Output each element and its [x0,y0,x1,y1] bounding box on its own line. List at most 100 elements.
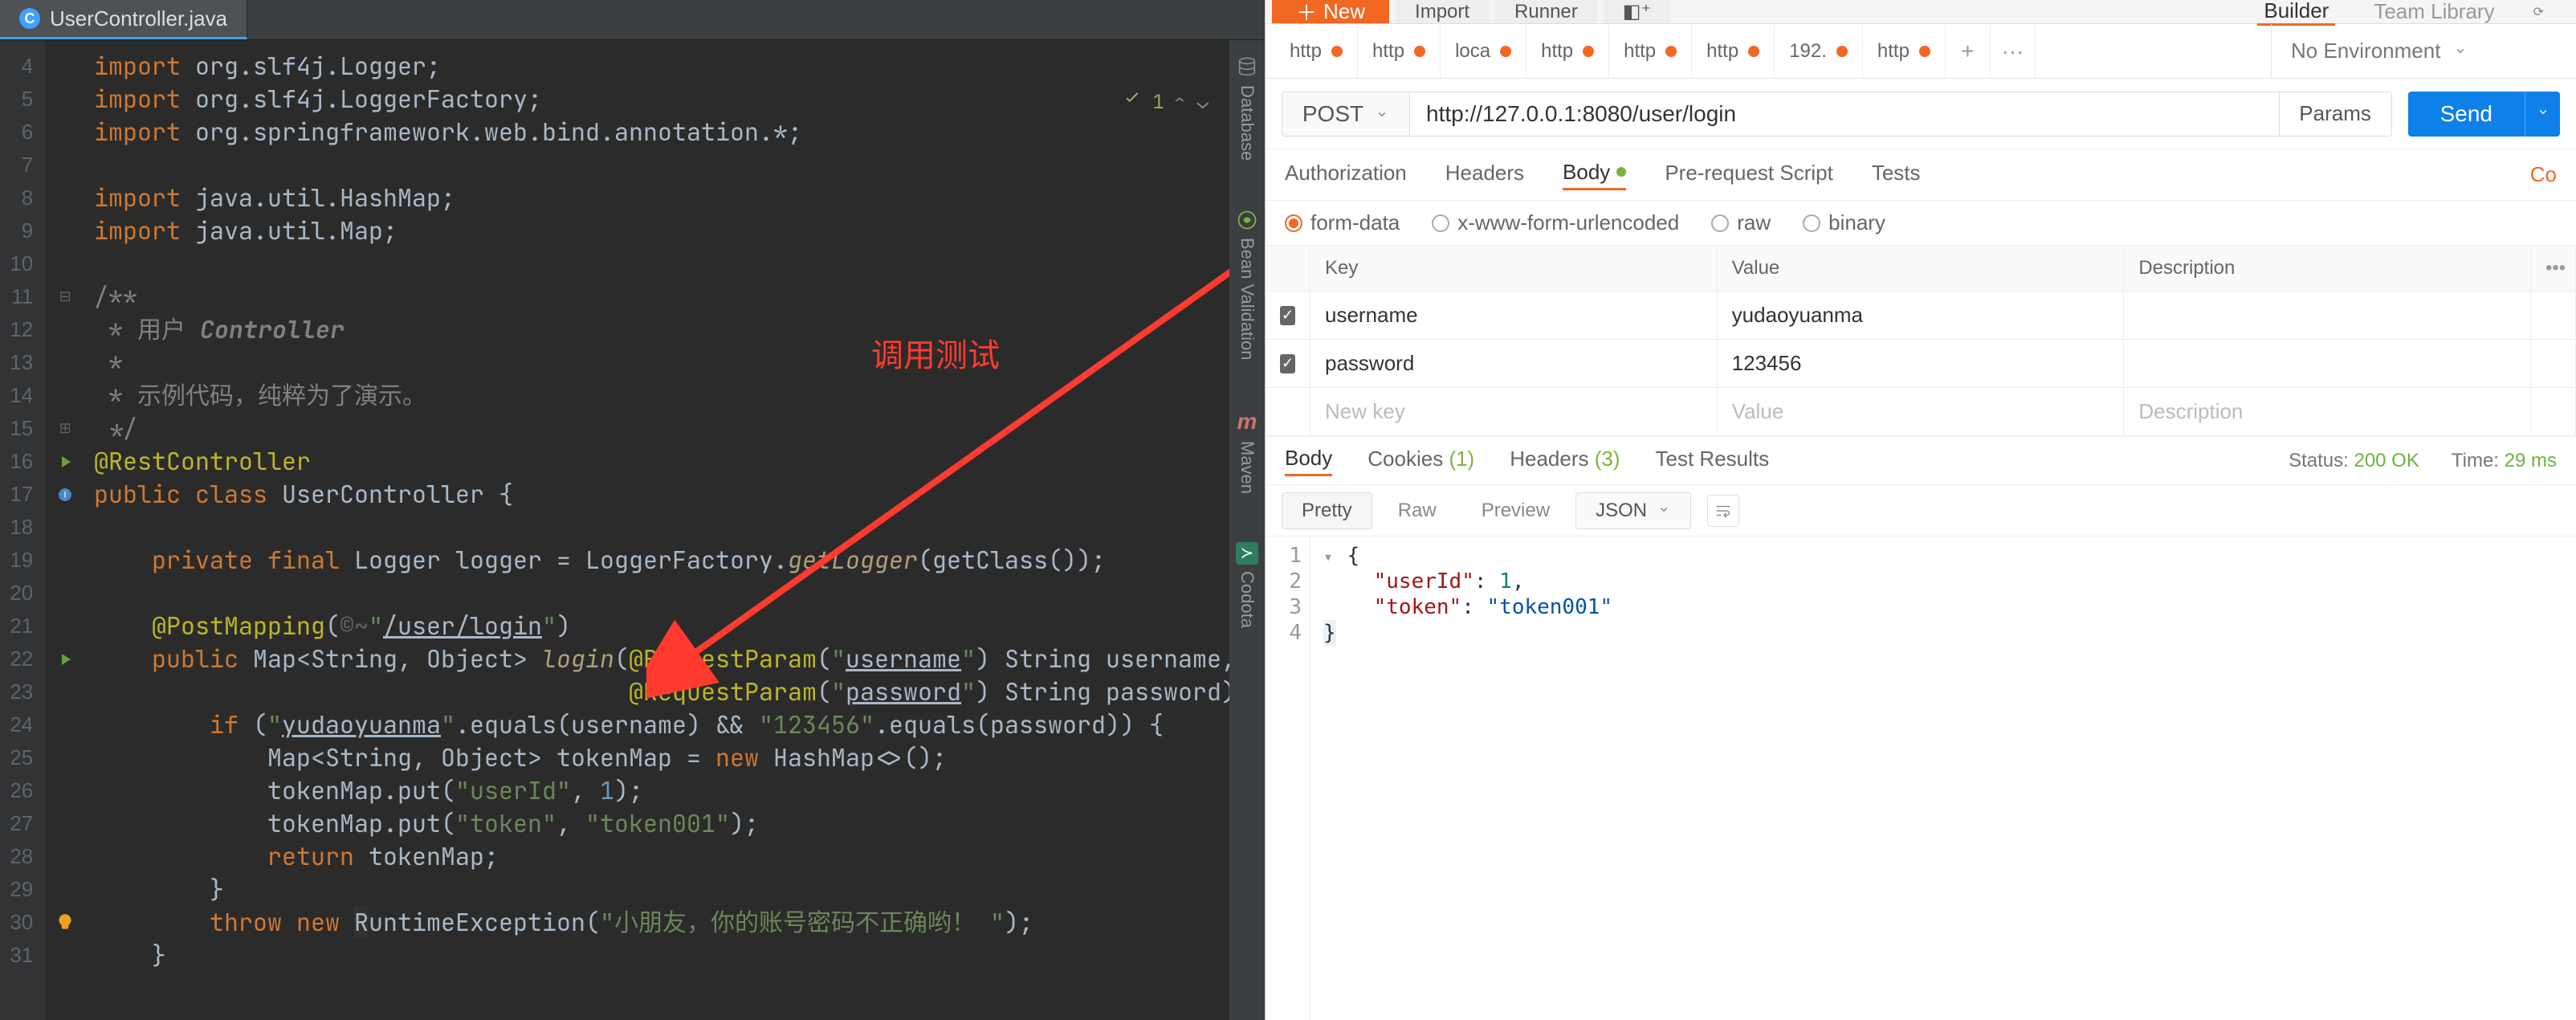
request-tab[interactable]: http [1609,24,1692,78]
view-preview[interactable]: Preview [1462,493,1569,528]
editor-tab-usercontroller[interactable]: C UserController.java [0,0,247,39]
kv-table: Key Value Description ••• ✓ usernameyudao… [1266,246,2576,437]
checkbox[interactable]: ✓ [1280,354,1295,373]
runner-button[interactable]: Runner [1495,0,1597,23]
kv-desc[interactable] [2124,292,2531,339]
checkbox[interactable] [1280,402,1295,422]
inspection-indicator[interactable]: 1 ⌃ ⌄ [1122,88,1209,116]
bean-icon [1236,209,1258,231]
request-tab[interactable]: http [1275,24,1358,78]
tab-options-button[interactable]: ··· [1991,24,2036,78]
wrap-icon [1714,502,1732,520]
svg-text:I: I [63,489,66,500]
kv-header: Key Value Description ••• [1266,246,2576,292]
resp-tab-cookies[interactable]: Cookies (1) [1367,447,1474,475]
team-library-tab[interactable]: Team Library [2367,0,2501,24]
tab-body[interactable]: Body [1563,160,1626,190]
inspection-count: 1 [1152,90,1164,115]
kv-new-row[interactable]: New key Value Description [1266,388,2576,436]
database-icon [1236,56,1258,79]
resp-tab-tests[interactable]: Test Results [1656,447,1770,475]
sync-icon[interactable]: ⟳ [2533,4,2544,20]
body-type-row: form-data x-www-form-urlencoded raw bina… [1266,201,2576,246]
send-button[interactable]: Send [2408,92,2525,137]
new-desc-input[interactable]: Description [2124,388,2531,435]
new-window-icon: ◧⁺ [1623,0,1651,23]
request-tab[interactable]: 192. [1775,24,1863,78]
environment-select[interactable]: No Environment [2271,24,2576,78]
url-input[interactable] [1410,92,2280,137]
tab-headers[interactable]: Headers [1445,161,1524,189]
cookies-link[interactable]: Co [2530,162,2557,187]
editor-tab-label: UserController.java [50,6,227,31]
request-tab[interactable]: http [1863,24,1946,78]
new-value-input[interactable]: Value [1718,388,2125,435]
send-dropdown[interactable] [2525,92,2560,137]
request-tab[interactable]: http [1692,24,1775,78]
code-area[interactable]: 1 ⌃ ⌄ 调用测试 import org.slf4j.Logger;impor… [84,40,1265,1020]
chevron-down-icon [2536,104,2550,123]
dirty-dot-icon [1748,46,1759,57]
radio-form-data[interactable]: form-data [1285,210,1400,235]
checkbox[interactable]: ✓ [1280,306,1295,325]
request-tab[interactable]: http [1358,24,1441,78]
import-button[interactable]: Import [1396,0,1489,23]
tool-bean-validation[interactable]: Bean Validation [1236,209,1258,361]
request-tab[interactable]: http [1526,24,1609,78]
chevron-down-icon [2453,39,2468,63]
response-toolbar: Pretty Raw Preview JSON [1266,485,2576,537]
resp-tab-body[interactable]: Body [1285,446,1332,476]
body-dirty-dot-icon [1616,167,1626,177]
tool-codota[interactable]: ≻ Codota [1236,542,1258,628]
new-window-button[interactable]: ◧⁺ [1604,0,1670,23]
radio-raw[interactable]: raw [1711,210,1771,235]
check-icon [1122,88,1143,116]
kv-row[interactable]: ✓ password123456 [1266,340,2576,388]
bulk-edit-icon[interactable]: ••• [2531,246,2576,291]
wrap-lines-button[interactable] [1707,495,1739,527]
view-pretty[interactable]: Pretty [1282,492,1372,529]
format-select[interactable]: JSON [1575,492,1691,529]
response-body[interactable]: 1234 ▾ { "userId": 1, "token": "token001… [1266,537,2576,1020]
response-status: Status: 200 OK Time: 29 ms [2289,450,2557,472]
kv-key[interactable]: password [1310,340,1718,387]
kv-key[interactable]: username [1310,292,1718,339]
request-section-tabs: Authorization Headers Body Pre-request S… [1266,149,2576,201]
kv-row[interactable]: ✓ usernameyudaoyuanma [1266,292,2576,340]
dirty-dot-icon [1500,46,1511,57]
dirty-dot-icon [1331,46,1343,57]
postman-pane: ＋ New Import Runner ◧⁺ Builder Team Libr… [1265,0,2576,1020]
col-value: Value [1718,246,2125,291]
kv-desc[interactable] [2124,340,2531,387]
params-button[interactable]: Params [2280,92,2392,137]
builder-tab[interactable]: Builder [2257,0,2335,26]
request-tabs: httphttplocahttphttphttp192.http + ··· N… [1266,24,2576,79]
tab-tests[interactable]: Tests [1872,161,1921,189]
kv-value[interactable]: yudaoyuanma [1718,292,2125,339]
response-gutter: 1234 [1266,537,1310,1020]
resp-tab-headers[interactable]: Headers (3) [1510,447,1620,475]
response-tabs: Body Cookies (1) Headers (3) Test Result… [1266,437,2576,485]
right-toolbar: Database Bean Validation m Maven ≻ Codot… [1229,40,1265,1020]
tool-maven[interactable]: m Maven [1237,409,1257,494]
new-key-input[interactable]: New key [1310,388,1718,435]
codota-icon: ≻ [1236,542,1258,565]
col-desc: Description [2124,246,2531,291]
new-button[interactable]: ＋ New [1272,0,1389,23]
add-tab-button[interactable]: + [1946,24,1991,78]
kv-value[interactable]: 123456 [1718,340,2125,387]
radio-urlencoded[interactable]: x-www-form-urlencoded [1432,210,1679,235]
response-code[interactable]: ▾ { "userId": 1, "token": "token001"} [1310,537,2576,1020]
dirty-dot-icon [1836,46,1848,57]
request-tab[interactable]: loca [1441,24,1526,78]
gutter-decorations: ⊟⊞I [46,40,84,1020]
status-time: 29 ms [2505,450,2557,471]
method-select[interactable]: POST [1282,92,1410,137]
view-raw[interactable]: Raw [1379,493,1456,528]
radio-binary[interactable]: binary [1803,210,1885,235]
tab-authorization[interactable]: Authorization [1285,161,1407,189]
tab-prerequest[interactable]: Pre-request Script [1665,161,1833,189]
editor-area[interactable]: 4567891011121314151617181920212223242526… [0,40,1265,1020]
tool-database[interactable]: Database [1236,56,1258,161]
dirty-dot-icon [1414,46,1425,57]
